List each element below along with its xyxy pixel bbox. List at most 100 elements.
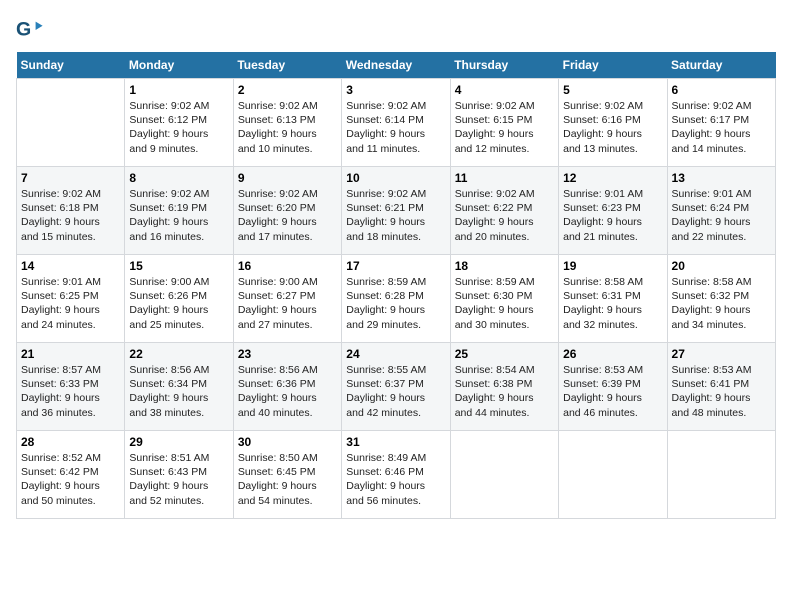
- day-info: Sunrise: 8:51 AM Sunset: 6:43 PM Dayligh…: [129, 451, 228, 508]
- day-info: Sunrise: 8:57 AM Sunset: 6:33 PM Dayligh…: [21, 363, 120, 420]
- day-info: Sunrise: 9:02 AM Sunset: 6:14 PM Dayligh…: [346, 99, 445, 156]
- calendar-cell: [667, 431, 775, 519]
- calendar-cell: 12 Sunrise: 9:01 AM Sunset: 6:23 PM Dayli…: [559, 167, 667, 255]
- day-number: 9: [238, 171, 337, 185]
- calendar-cell: 3 Sunrise: 9:02 AM Sunset: 6:14 PM Daylig…: [342, 79, 450, 167]
- day-number: 14: [21, 259, 120, 273]
- day-of-week-header: Thursday: [450, 52, 558, 79]
- day-number: 10: [346, 171, 445, 185]
- page-header: G: [16, 16, 776, 44]
- day-number: 18: [455, 259, 554, 273]
- day-number: 2: [238, 83, 337, 97]
- day-info: Sunrise: 9:02 AM Sunset: 6:17 PM Dayligh…: [672, 99, 771, 156]
- day-number: 8: [129, 171, 228, 185]
- calendar-cell: [450, 431, 558, 519]
- day-info: Sunrise: 9:02 AM Sunset: 6:21 PM Dayligh…: [346, 187, 445, 244]
- day-of-week-header: Monday: [125, 52, 233, 79]
- calendar-cell: 5 Sunrise: 9:02 AM Sunset: 6:16 PM Daylig…: [559, 79, 667, 167]
- svg-text:G: G: [16, 19, 31, 41]
- day-number: 19: [563, 259, 662, 273]
- day-number: 11: [455, 171, 554, 185]
- day-of-week-header: Friday: [559, 52, 667, 79]
- day-info: Sunrise: 9:02 AM Sunset: 6:19 PM Dayligh…: [129, 187, 228, 244]
- calendar-cell: 15 Sunrise: 9:00 AM Sunset: 6:26 PM Dayli…: [125, 255, 233, 343]
- day-number: 27: [672, 347, 771, 361]
- calendar-cell: 20 Sunrise: 8:58 AM Sunset: 6:32 PM Dayli…: [667, 255, 775, 343]
- calendar-cell: 22Sunrise: 8:56 AM Sunset: 6:34 PM Dayli…: [125, 343, 233, 431]
- calendar-cell: 23 Sunrise: 8:56 AM Sunset: 6:36 PM Dayli…: [233, 343, 341, 431]
- calendar-cell: 6 Sunrise: 9:02 AM Sunset: 6:17 PM Daylig…: [667, 79, 775, 167]
- day-info: Sunrise: 9:02 AM Sunset: 6:16 PM Dayligh…: [563, 99, 662, 156]
- day-info: Sunrise: 9:01 AM Sunset: 6:25 PM Dayligh…: [21, 275, 120, 332]
- day-info: Sunrise: 8:55 AM Sunset: 6:37 PM Dayligh…: [346, 363, 445, 420]
- day-number: 24: [346, 347, 445, 361]
- day-number: 5: [563, 83, 662, 97]
- day-info: Sunrise: 8:50 AM Sunset: 6:45 PM Dayligh…: [238, 451, 337, 508]
- day-info: Sunrise: 9:00 AM Sunset: 6:27 PM Dayligh…: [238, 275, 337, 332]
- day-number: 15: [129, 259, 228, 273]
- day-number: 20: [672, 259, 771, 273]
- day-number: 22: [129, 347, 228, 361]
- calendar-cell: 29 Sunrise: 8:51 AM Sunset: 6:43 PM Dayli…: [125, 431, 233, 519]
- day-info: Sunrise: 9:02 AM Sunset: 6:15 PM Dayligh…: [455, 99, 554, 156]
- day-of-week-header: Wednesday: [342, 52, 450, 79]
- day-number: 30: [238, 435, 337, 449]
- calendar-cell: 1 Sunrise: 9:02 AM Sunset: 6:12 PM Daylig…: [125, 79, 233, 167]
- day-info: Sunrise: 8:56 AM Sunset: 6:36 PM Dayligh…: [238, 363, 337, 420]
- calendar-cell: 4 Sunrise: 9:02 AM Sunset: 6:15 PM Daylig…: [450, 79, 558, 167]
- calendar-cell: 19 Sunrise: 8:58 AM Sunset: 6:31 PM Dayli…: [559, 255, 667, 343]
- day-info: Sunrise: 9:02 AM Sunset: 6:12 PM Dayligh…: [129, 99, 228, 156]
- day-number: 21: [21, 347, 120, 361]
- calendar-cell: 14 Sunrise: 9:01 AM Sunset: 6:25 PM Dayli…: [17, 255, 125, 343]
- logo-icon: G: [16, 16, 44, 44]
- day-info: Sunrise: 8:49 AM Sunset: 6:46 PM Dayligh…: [346, 451, 445, 508]
- calendar-table: SundayMondayTuesdayWednesdayThursdayFrid…: [16, 52, 776, 519]
- day-info: Sunrise: 8:59 AM Sunset: 6:30 PM Dayligh…: [455, 275, 554, 332]
- day-of-week-header: Sunday: [17, 52, 125, 79]
- day-number: 4: [455, 83, 554, 97]
- day-number: 3: [346, 83, 445, 97]
- day-info: Sunrise: 9:02 AM Sunset: 6:20 PM Dayligh…: [238, 187, 337, 244]
- day-of-week-header: Saturday: [667, 52, 775, 79]
- day-info: Sunrise: 9:02 AM Sunset: 6:13 PM Dayligh…: [238, 99, 337, 156]
- day-info: Sunrise: 8:59 AM Sunset: 6:28 PM Dayligh…: [346, 275, 445, 332]
- day-info: Sunrise: 8:53 AM Sunset: 6:39 PM Dayligh…: [563, 363, 662, 420]
- calendar-cell: 21 Sunrise: 8:57 AM Sunset: 6:33 PM Dayli…: [17, 343, 125, 431]
- calendar-cell: 17 Sunrise: 8:59 AM Sunset: 6:28 PM Dayli…: [342, 255, 450, 343]
- day-number: 13: [672, 171, 771, 185]
- calendar-cell: 11 Sunrise: 9:02 AM Sunset: 6:22 PM Dayli…: [450, 167, 558, 255]
- calendar-cell: 10 Sunrise: 9:02 AM Sunset: 6:21 PM Dayli…: [342, 167, 450, 255]
- calendar-cell: 31 Sunrise: 8:49 AM Sunset: 6:46 PM Dayli…: [342, 431, 450, 519]
- calendar-cell: [17, 79, 125, 167]
- day-number: 6: [672, 83, 771, 97]
- calendar-cell: 7 Sunrise: 9:02 AM Sunset: 6:18 PM Daylig…: [17, 167, 125, 255]
- day-number: 17: [346, 259, 445, 273]
- calendar-cell: 8 Sunrise: 9:02 AM Sunset: 6:19 PM Daylig…: [125, 167, 233, 255]
- day-number: 25: [455, 347, 554, 361]
- calendar-cell: 25 Sunrise: 8:54 AM Sunset: 6:38 PM Dayli…: [450, 343, 558, 431]
- logo: G: [16, 16, 48, 44]
- day-info: Sunrise: 8:58 AM Sunset: 6:31 PM Dayligh…: [563, 275, 662, 332]
- day-info: Sunrise: 9:02 AM Sunset: 6:22 PM Dayligh…: [455, 187, 554, 244]
- day-info: Sunrise: 9:01 AM Sunset: 6:23 PM Dayligh…: [563, 187, 662, 244]
- calendar-cell: 27Sunrise: 8:53 AM Sunset: 6:41 PM Dayli…: [667, 343, 775, 431]
- calendar-cell: 9 Sunrise: 9:02 AM Sunset: 6:20 PM Daylig…: [233, 167, 341, 255]
- day-number: 26: [563, 347, 662, 361]
- day-number: 29: [129, 435, 228, 449]
- day-info: Sunrise: 8:52 AM Sunset: 6:42 PM Dayligh…: [21, 451, 120, 508]
- day-number: 7: [21, 171, 120, 185]
- calendar-cell: 13 Sunrise: 9:01 AM Sunset: 6:24 PM Dayli…: [667, 167, 775, 255]
- day-info: Sunrise: 8:58 AM Sunset: 6:32 PM Dayligh…: [672, 275, 771, 332]
- calendar-cell: 18 Sunrise: 8:59 AM Sunset: 6:30 PM Dayli…: [450, 255, 558, 343]
- day-number: 31: [346, 435, 445, 449]
- day-info: Sunrise: 9:02 AM Sunset: 6:18 PM Dayligh…: [21, 187, 120, 244]
- day-number: 28: [21, 435, 120, 449]
- day-number: 1: [129, 83, 228, 97]
- day-number: 23: [238, 347, 337, 361]
- day-info: Sunrise: 9:01 AM Sunset: 6:24 PM Dayligh…: [672, 187, 771, 244]
- day-info: Sunrise: 9:00 AM Sunset: 6:26 PM Dayligh…: [129, 275, 228, 332]
- calendar-cell: 28 Sunrise: 8:52 AM Sunset: 6:42 PM Dayli…: [17, 431, 125, 519]
- calendar-cell: 26 Sunrise: 8:53 AM Sunset: 6:39 PM Dayli…: [559, 343, 667, 431]
- day-number: 12: [563, 171, 662, 185]
- day-info: Sunrise: 8:54 AM Sunset: 6:38 PM Dayligh…: [455, 363, 554, 420]
